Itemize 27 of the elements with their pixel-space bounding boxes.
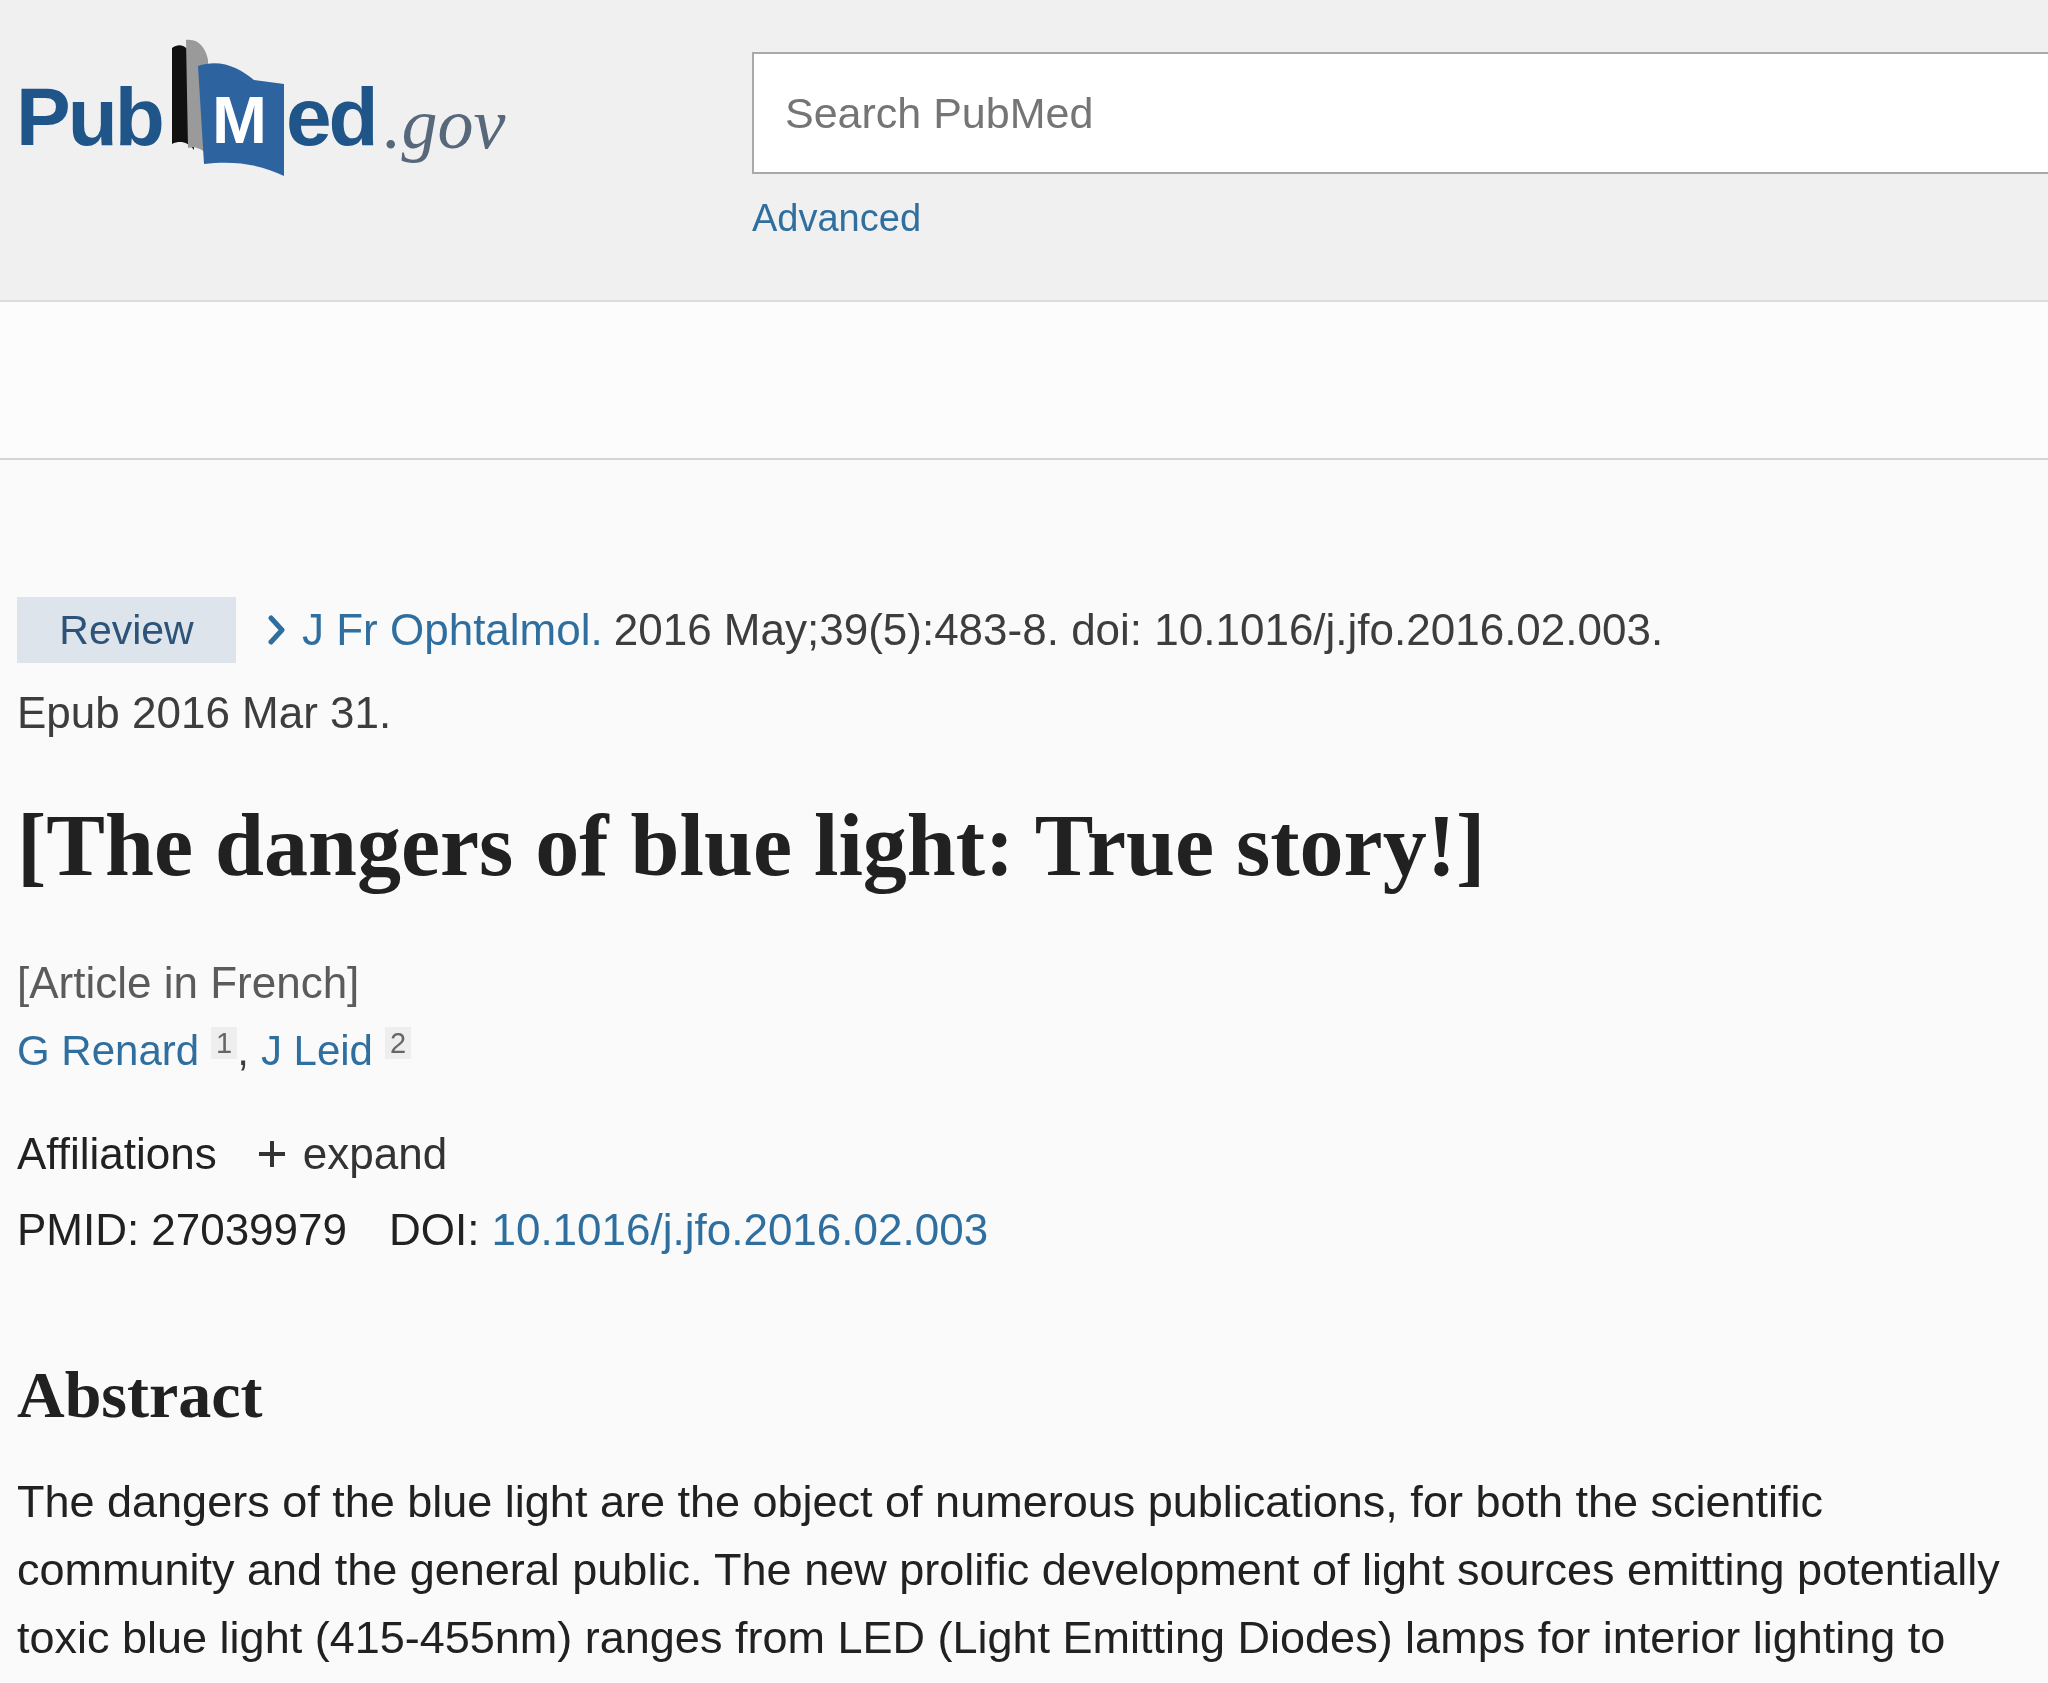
epub-date: Epub 2016 Mar 31. [17,687,392,739]
pubmed-logo[interactable]: Pub M ed.gov [16,38,506,178]
author-separator: , [237,1026,249,1076]
affiliation-number-link[interactable]: 2 [385,1027,412,1059]
chevron-right-icon [268,615,286,645]
logo-text: Pub [16,76,162,158]
language-note: [Article in French] [17,957,360,1009]
plus-icon [256,1139,287,1169]
publication-type-tag: Review [17,597,236,663]
author-link[interactable]: J Leid [260,1023,373,1079]
search-field[interactable]: Search PubMed [752,52,2048,174]
affiliations-label: Affiliations [17,1128,217,1180]
advanced-search-link[interactable]: Advanced [752,196,921,240]
abstract-heading: Abstract [17,1357,263,1433]
doi-link[interactable]: 10.1016/j.jfo.2016.02.003 [491,1202,989,1258]
identifier-label: PMID: [17,1204,140,1256]
article-title: [The dangers of blue light: True story!] [17,796,1486,896]
identifier-value: 27039979 [151,1204,347,1256]
author-link[interactable]: G Renard [17,1023,200,1079]
affiliation-number-link[interactable]: 1 [211,1027,238,1059]
identifier-label: DOI: [389,1204,480,1256]
expand-toggle-button[interactable]: expand [256,1126,448,1182]
citation-text: 2016 May;39(5):483-8. doi: 10.1016/j.jfo.2016.02.003. [613,605,1664,655]
journal-button[interactable]: J Fr Ophtalmol. [268,605,603,655]
abstract-text: The dangers of the blue light are the object of numerous publications, for both the scientific community and the general public. The new prolific development of light sources emitting potentially toxic blue light (415-455nm) ranges from LED (Light Emitting Diodes) lamps for interior lighting to [17,1475,2001,1665]
logo-letter: M [211,87,267,153]
logo-text: ed [285,76,376,158]
